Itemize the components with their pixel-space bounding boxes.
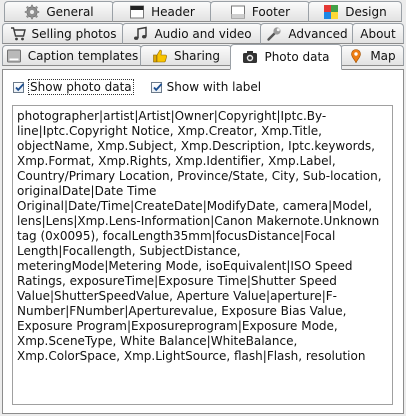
tab-label: Footer [251,4,291,19]
tab-strip: General Header Footer Design Selling pho… [0,0,406,70]
tab-design[interactable]: Design [308,1,402,22]
show-photo-data-label: Show photo data [28,79,134,95]
photo-data-template-textarea[interactable]: photographer|artist|Artist|Owner|Copyrig… [12,105,393,405]
show-photo-data-checkbox[interactable]: Show photo data [13,79,134,95]
tab-row-2: Selling photos Audio and video Advanced … [0,22,406,45]
tab-about[interactable]: About [352,23,404,44]
camera-icon [242,49,258,65]
wrench-icon [266,26,282,42]
tab-sharing[interactable]: Sharing [140,45,232,66]
footer-icon [230,4,246,20]
tab-row-1: General Header Footer Design [0,0,406,23]
music-icon [132,26,148,42]
tab-label: Sharing [173,48,221,63]
tab-audio-and-video[interactable]: Audio and video [122,23,262,44]
tab-label: Header [151,4,195,19]
tab-label: General [46,4,94,19]
show-with-label-checkbox[interactable]: Show with label [150,80,262,94]
tab-footer[interactable]: Footer [210,1,310,22]
tab-row-3: Caption templates Sharing Photo data Map [0,44,406,70]
tab-label: Advanced [288,26,348,41]
check-mark-icon [15,82,25,91]
tab-label: Photo data [264,50,330,64]
caption-icon [6,48,22,64]
tab-label: Audio and video [154,26,252,41]
tab-photo-data[interactable]: Photo data [230,44,342,70]
tab-caption-templates[interactable]: Caption templates [2,45,142,66]
tab-label: Map [370,48,396,63]
gear-icon [24,4,40,20]
tab-selling-photos[interactable]: Selling photos [2,23,124,44]
header-icon [129,4,145,20]
tab-general[interactable]: General [4,1,114,22]
photo-data-panel: Show photo data Show with label photogra… [2,69,404,414]
tab-label: Selling photos [31,26,117,41]
map-pin-icon [348,48,364,64]
thumbs-up-icon [152,48,168,64]
tab-label: About [360,26,396,41]
options-row: Show photo data Show with label [13,79,279,95]
checkbox-box[interactable] [13,81,25,93]
tab-label: Caption templates [27,48,139,63]
tab-map[interactable]: Map [340,45,404,66]
cart-icon [10,26,26,42]
design-icon [323,4,339,20]
tab-advanced[interactable]: Advanced [260,23,354,44]
check-mark-icon [152,82,162,91]
show-with-label-label: Show with label [166,80,262,94]
tab-label: Design [345,4,387,19]
checkbox-box[interactable] [150,81,162,93]
tab-header[interactable]: Header [112,1,212,22]
